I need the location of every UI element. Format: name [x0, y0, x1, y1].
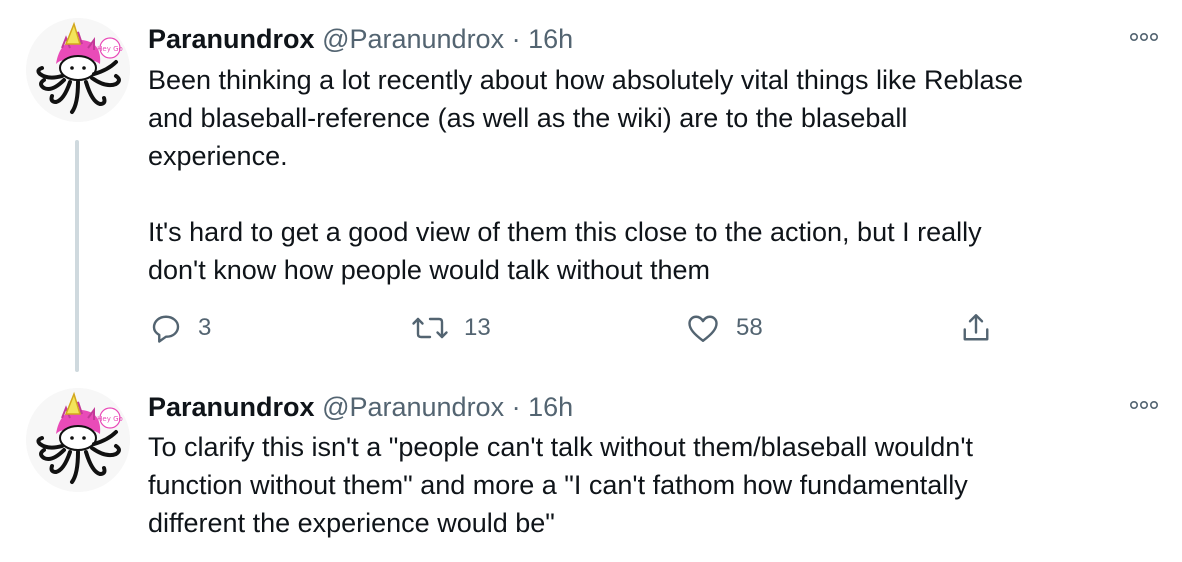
reply-icon [152, 315, 180, 343]
user-handle[interactable]: @Paranundrox [322, 24, 504, 54]
more-options-button[interactable] [1124, 390, 1164, 420]
avatar[interactable]: Hey Go [26, 18, 130, 122]
octopus-avatar-image: Hey Go [26, 388, 130, 492]
tweet-header: Paranundrox @Paranundrox · 16h [148, 22, 573, 56]
tweet-actions: 3 13 58 [148, 306, 1048, 350]
separator-dot: · [511, 392, 521, 422]
avatar-sticker-text: Hey Go [97, 415, 123, 423]
avatar-sticker-text: Hey Go [97, 45, 123, 53]
more-icon [1129, 400, 1158, 410]
share-icon [963, 314, 989, 341]
avatar[interactable]: Hey Go [26, 388, 130, 492]
octopus-avatar-image: Hey Go [26, 18, 130, 122]
like-button[interactable]: 58 [684, 306, 763, 350]
reply-count: 3 [198, 314, 212, 341]
more-icon [1129, 32, 1158, 42]
more-options-button[interactable] [1124, 22, 1164, 52]
user-handle[interactable]: @Paranundrox [322, 392, 504, 422]
timestamp[interactable]: 16h [528, 24, 573, 54]
like-count: 58 [736, 314, 763, 341]
display-name[interactable]: Paranundrox [148, 392, 315, 422]
reply-button[interactable]: 3 [148, 306, 211, 350]
timestamp[interactable]: 16h [528, 392, 573, 422]
retweet-count: 13 [464, 314, 491, 341]
tweet-header: Paranundrox @Paranundrox · 16h [148, 390, 573, 424]
tweet-text: To clarify this isn't a "people can't ta… [148, 432, 973, 538]
display-name[interactable]: Paranundrox [148, 24, 315, 54]
tweet-text: Been thinking a lot recently about how a… [148, 65, 1024, 285]
retweet-icon [412, 317, 448, 339]
tweet-1[interactable]: Hey Go Paranundrox @Paranundrox · 16h Be… [0, 0, 1182, 380]
share-button[interactable] [958, 306, 994, 350]
retweet-button[interactable]: 13 [410, 306, 491, 350]
like-icon [688, 315, 718, 342]
tweet-2[interactable]: Hey Go Paranundrox @Paranundrox · 16h To… [0, 380, 1182, 562]
separator-dot: · [511, 24, 521, 54]
